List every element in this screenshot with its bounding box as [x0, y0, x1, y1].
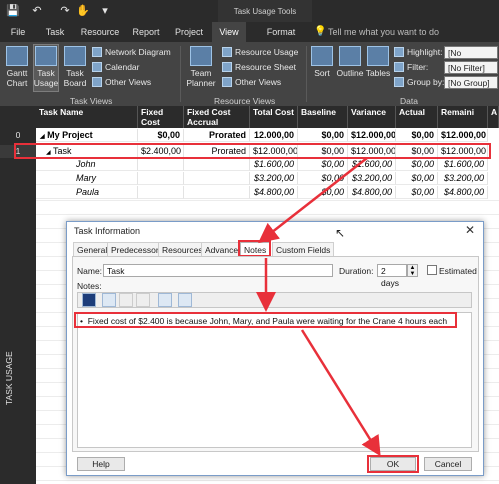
arrow-to-notes-tab	[258, 157, 368, 244]
annotation-arrows	[256, 157, 381, 457]
arrow-to-ok-button	[300, 329, 381, 457]
